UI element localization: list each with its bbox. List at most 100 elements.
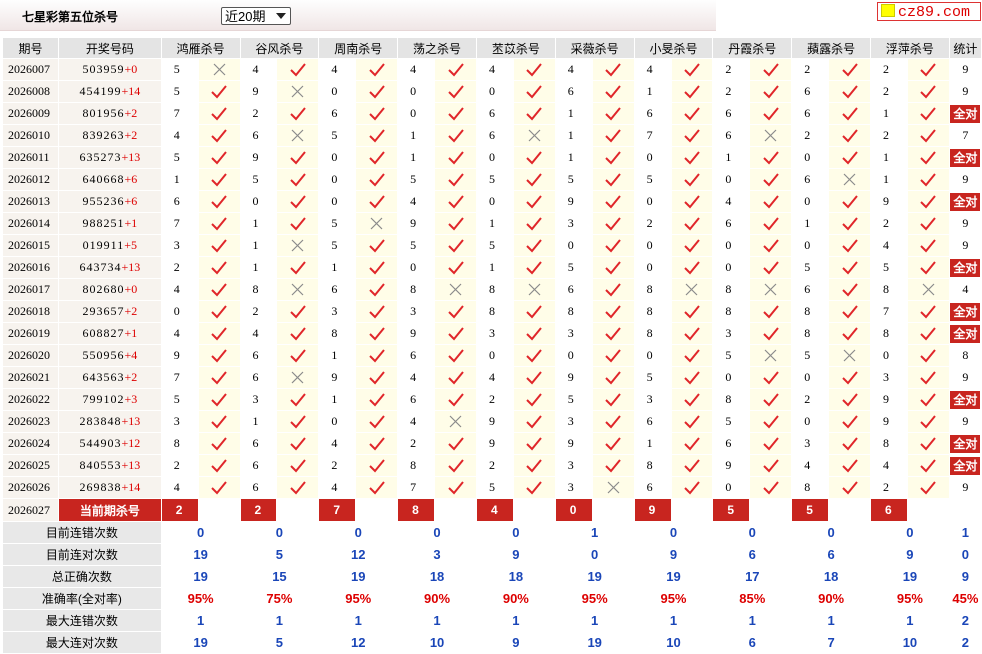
kill-number-cell: 0	[318, 190, 357, 213]
cross-icon	[434, 278, 477, 301]
kill-number-cell: 1	[160, 168, 199, 191]
kill-number-cell: 0	[791, 366, 830, 389]
kill-number-cell: 0	[318, 410, 357, 433]
kill-number-cell: 0	[397, 256, 436, 279]
kill-number-cell: 6	[397, 388, 436, 411]
summary-value: 1	[870, 609, 950, 632]
summary-value: 95%	[554, 587, 635, 610]
check-icon	[906, 300, 950, 323]
check-icon	[670, 366, 714, 389]
summary-value: 9	[633, 543, 714, 566]
kill-number-cell: 6	[633, 410, 672, 433]
kill-number-cell: 2	[870, 212, 908, 235]
kill-number-cell: 4	[397, 410, 436, 433]
cross-icon	[828, 344, 872, 367]
check-icon	[512, 234, 556, 257]
kill-number-cell: 1	[239, 256, 278, 279]
kill-number-cell: 2	[397, 432, 436, 455]
check-icon	[749, 80, 793, 103]
col-header-expert: 谷风杀号	[239, 37, 320, 59]
period-cell: 2026021	[2, 366, 59, 389]
check-icon	[749, 410, 793, 433]
kill-number-cell: 7	[160, 366, 199, 389]
kill-number-cell: 8	[791, 322, 830, 345]
period-range-select[interactable]: 近20期	[221, 7, 291, 25]
check-icon	[749, 190, 793, 213]
kill-number-cell: 5	[397, 168, 436, 191]
period-cell: 2026027	[2, 498, 59, 522]
check-icon	[512, 344, 556, 367]
cross-icon	[197, 58, 241, 81]
sum-offset: +12	[121, 436, 141, 450]
cross-icon	[512, 278, 556, 301]
check-icon	[591, 102, 635, 125]
blank-cell	[749, 498, 793, 522]
draw-numbers-cell: 840553+13	[57, 454, 162, 477]
check-icon	[670, 146, 714, 169]
check-icon	[276, 432, 320, 455]
summary-value: 9	[475, 631, 556, 654]
kill-number-cell: 3	[160, 410, 199, 433]
kill-number-cell: 0	[791, 410, 830, 433]
draw-numbers: 840553	[79, 458, 122, 472]
check-icon	[355, 344, 399, 367]
sum-offset: +13	[121, 458, 141, 472]
kill-number-cell: 3	[475, 322, 514, 345]
stat-cell: 9	[948, 410, 982, 433]
stat-cell: 全对	[948, 432, 982, 455]
check-icon	[591, 146, 635, 169]
kill-number-cell: 6	[475, 102, 514, 125]
kill-number-cell: 3	[160, 234, 199, 257]
check-icon	[749, 212, 793, 235]
kill-number-cell: 5	[554, 388, 593, 411]
summary-stat: 45%	[948, 587, 982, 610]
check-icon	[512, 322, 556, 345]
check-icon	[906, 190, 950, 213]
stat-cell: 全对	[948, 146, 982, 169]
kill-number-cell: 0	[475, 344, 514, 367]
check-icon	[906, 454, 950, 477]
sum-offset: +4	[124, 348, 138, 362]
check-icon	[434, 190, 477, 213]
check-icon	[591, 212, 635, 235]
check-icon	[355, 102, 399, 125]
col-header-expert: 丹霞杀号	[712, 37, 793, 59]
stat-cell: 9	[948, 80, 982, 103]
table-row: 2026024 544903+12 8 6 4 2 9 9 1 6 3 8 全对	[2, 432, 982, 455]
period-cell: 2026026	[2, 476, 59, 499]
stat-cell: 9	[948, 212, 982, 235]
all-correct-badge: 全对	[950, 390, 981, 409]
period-cell: 2026023	[2, 410, 59, 433]
stat-cell: 9	[948, 58, 982, 81]
summary-label: 目前连对次数	[2, 543, 162, 566]
kill-number-cell: 5	[870, 256, 908, 279]
check-icon	[197, 454, 241, 477]
kill-number-cell: 9	[554, 190, 593, 213]
kill-number-cell: 6	[397, 344, 436, 367]
kill-number-cell: 0	[554, 344, 593, 367]
sum-offset: +0	[124, 282, 138, 296]
cross-icon	[591, 476, 635, 499]
blank-cell	[670, 498, 714, 522]
kill-number-cell: 0	[712, 476, 751, 499]
blank-cell	[906, 498, 950, 522]
summary-value: 1	[318, 609, 399, 632]
site-logo[interactable]: cz89.com	[877, 2, 981, 21]
col-header-numbers: 开奖号码	[57, 37, 162, 59]
check-icon	[906, 322, 950, 345]
check-icon	[355, 124, 399, 147]
table-row: 2026010 839263+2 4 6 5 1 6 1 7 6 2 2 7	[2, 124, 982, 147]
cross-icon	[512, 124, 556, 147]
check-icon	[355, 80, 399, 103]
kill-number-cell: 5	[160, 58, 199, 81]
check-icon	[197, 410, 241, 433]
cross-icon	[276, 234, 320, 257]
sum-offset: +2	[124, 304, 138, 318]
check-icon	[512, 432, 556, 455]
check-icon	[749, 168, 793, 191]
check-icon	[670, 102, 714, 125]
check-icon	[276, 58, 320, 81]
draw-numbers-cell: 799102+3	[57, 388, 162, 411]
kill-number-cell: 0	[791, 146, 830, 169]
kill-number-cell: 1	[239, 234, 278, 257]
